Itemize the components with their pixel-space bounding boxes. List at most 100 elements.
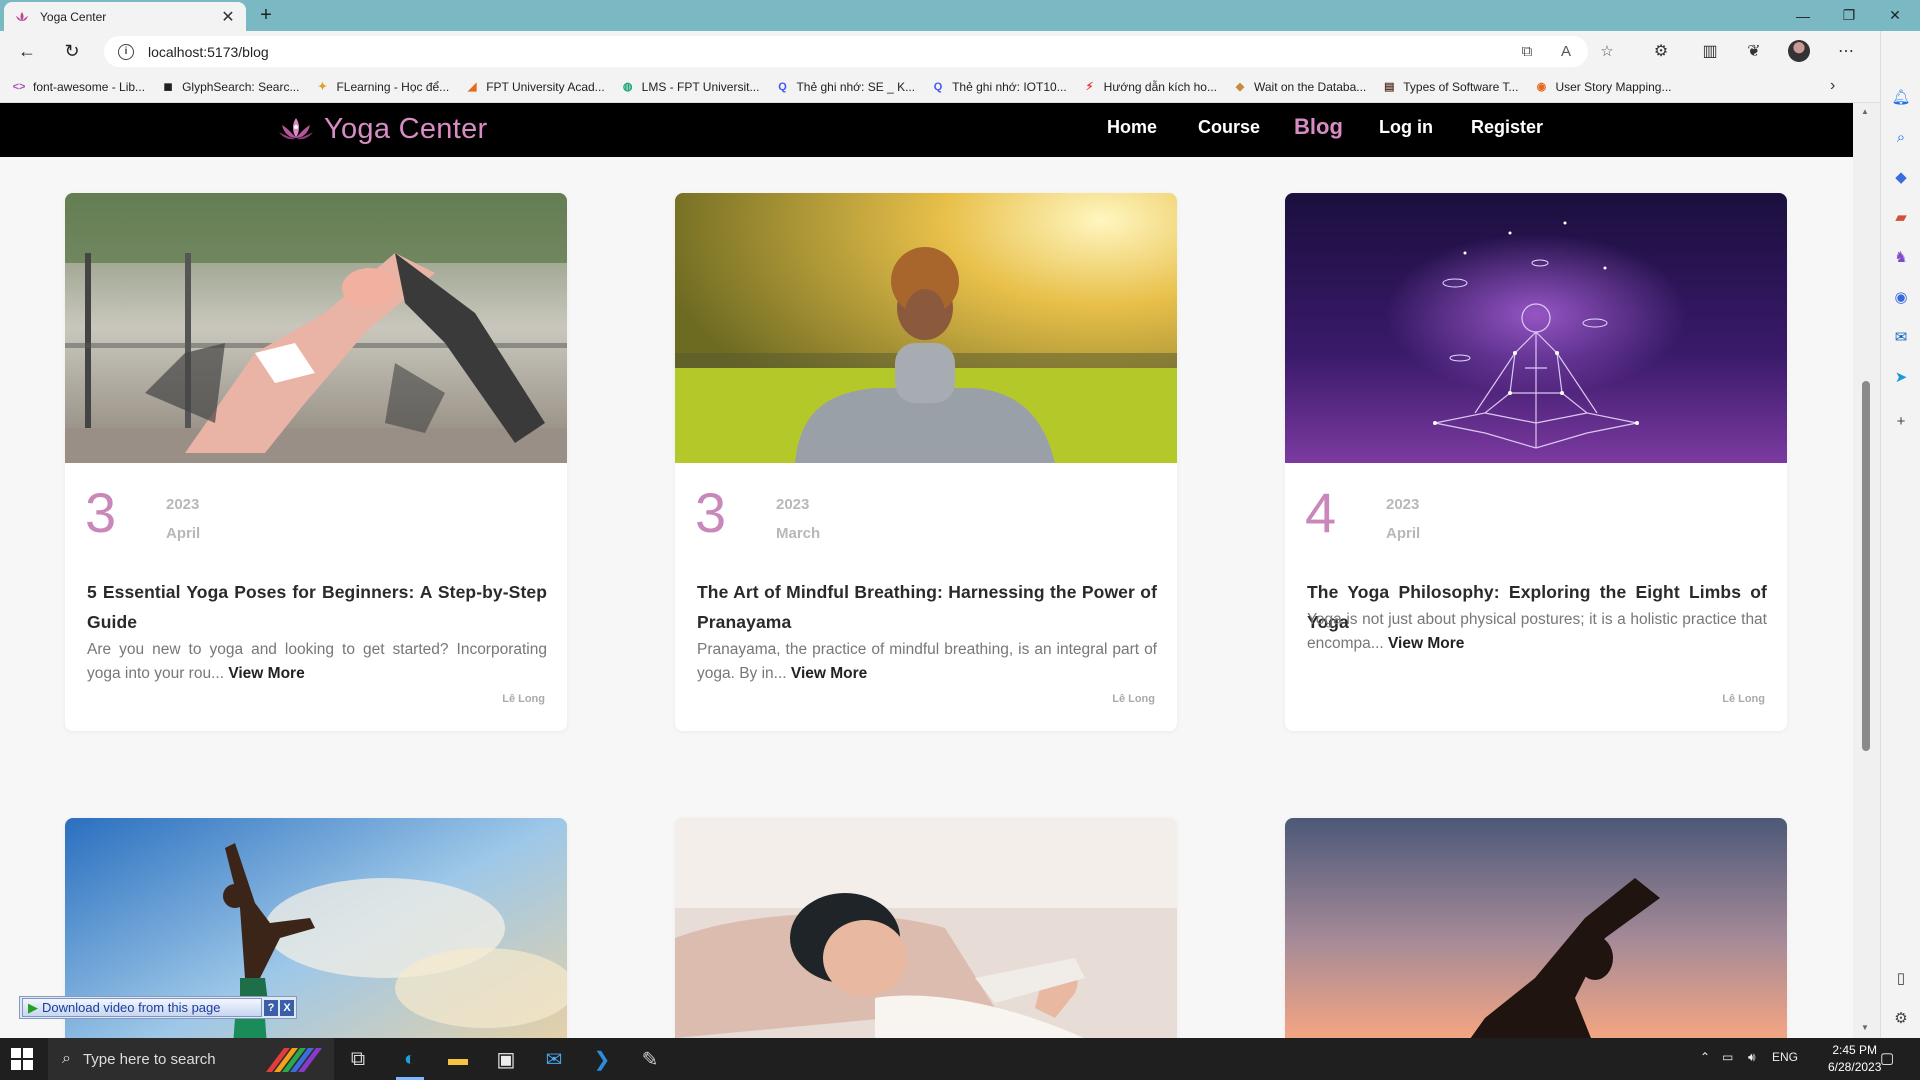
view-more-link[interactable]: View More xyxy=(791,665,867,682)
blog-card[interactable]: 4 2023 April The Yoga Philosophy: Explor… xyxy=(1285,193,1787,731)
post-month: March xyxy=(776,525,821,542)
post-title[interactable]: The Art of Mindful Breathing: Harnessing… xyxy=(697,577,1157,637)
view-more-link[interactable]: View More xyxy=(228,665,304,682)
page-scrollbar[interactable]: ▲ ▼ xyxy=(1853,103,1880,1038)
close-window-button[interactable]: ✕ xyxy=(1872,0,1918,31)
tab-close-icon[interactable]: ✕ xyxy=(220,7,236,27)
windows-taskbar: ⌕ Type here to search ⧉ ◐ ▬ ▣ ✉ ❯ ✎ ⌃ ▭ … xyxy=(0,1038,1920,1080)
blog-card[interactable]: 3 2023 March The Art of Mindful Breathin… xyxy=(675,193,1177,731)
mail-icon[interactable]: ✉ xyxy=(530,1038,578,1080)
bookmark-item[interactable]: ◢ FPT University Acad... xyxy=(465,80,605,94)
view-more-link[interactable]: View More xyxy=(1388,635,1464,652)
scrollbar-thumb[interactable] xyxy=(1862,381,1870,751)
post-image[interactable] xyxy=(65,193,567,463)
minimize-button[interactable]: — xyxy=(1780,0,1826,31)
post-image[interactable] xyxy=(1285,193,1787,463)
hide-sidebar-icon[interactable]: ▯ xyxy=(1889,966,1913,990)
add-sidebar-app-icon[interactable]: + xyxy=(1889,409,1913,433)
split-screen-icon[interactable]: ▥ xyxy=(1696,37,1724,65)
download-video-toolbar: ▶ Download video from this page ? X xyxy=(19,996,297,1019)
bookmark-label: User Story Mapping... xyxy=(1555,79,1672,94)
nav-course[interactable]: Course xyxy=(1198,117,1260,138)
back-button[interactable]: ← xyxy=(13,37,41,65)
bookmark-item[interactable]: ◍ LMS - FPT Universit... xyxy=(621,80,760,94)
nav-login[interactable]: Log in xyxy=(1379,117,1433,138)
bookmark-item[interactable]: ◼ GlyphSearch: Searc... xyxy=(161,80,299,94)
scroll-down-arrow-icon[interactable]: ▼ xyxy=(1861,1023,1869,1032)
post-excerpt: Pranayama, the practice of mindful breat… xyxy=(697,638,1157,686)
bookmarks-more-chevron-icon[interactable]: › xyxy=(1830,77,1835,95)
post-image[interactable] xyxy=(675,818,1177,1038)
drop-send-icon[interactable]: ➤ xyxy=(1889,365,1913,389)
extensions-icon[interactable]: ⚙ xyxy=(1647,37,1675,65)
address-bar[interactable]: i localhost:5173/blog xyxy=(104,36,1588,67)
vscode-icon[interactable]: ❯ xyxy=(578,1038,626,1080)
bookmark-item[interactable]: Q Thẻ ghi nhớ: SE _ K... xyxy=(775,80,915,94)
edge-taskbar-icon[interactable]: ◐ xyxy=(386,1038,434,1080)
taskbar-search[interactable]: ⌕ Type here to search xyxy=(48,1038,334,1080)
bookmark-item[interactable]: ◉ User Story Mapping... xyxy=(1534,79,1672,94)
bookmarks-bar: <> font-awesome - Lib... ◼ GlyphSearch: Sea… xyxy=(0,71,1880,103)
office-icon[interactable]: ◉ xyxy=(1889,285,1913,309)
post-day: 3 xyxy=(85,481,117,544)
nav-blog[interactable]: Blog xyxy=(1294,114,1343,140)
browser-tab[interactable]: Yoga Center ✕ xyxy=(4,2,246,31)
profile-avatar[interactable] xyxy=(1788,40,1810,62)
post-image[interactable] xyxy=(1285,818,1787,1038)
search-icon[interactable]: ⌕ xyxy=(1889,125,1913,149)
download-video-button[interactable]: ▶ Download video from this page xyxy=(22,998,262,1017)
language-indicator[interactable]: ENG xyxy=(1772,1050,1798,1064)
outlook-icon[interactable]: ✉ xyxy=(1889,325,1913,349)
bolt-icon: ⚡︎ xyxy=(1085,81,1094,93)
performance-icon[interactable]: ❦ xyxy=(1740,37,1768,65)
sidebar-settings-gear-icon[interactable]: ⚙ xyxy=(1889,1006,1913,1030)
bookmark-item[interactable]: ◆ Wait on the Databa... xyxy=(1233,80,1367,94)
games-icon[interactable]: ♞ xyxy=(1889,245,1913,269)
shopping-tag-icon[interactable]: ◆ xyxy=(1889,165,1913,189)
notification-bell-icon[interactable]: 🔔︎ xyxy=(1889,85,1913,109)
open-in-app-icon[interactable]: ⧉ xyxy=(1517,42,1537,62)
refresh-button[interactable]: ↻ xyxy=(58,37,86,65)
flearning-icon: ✦ xyxy=(317,81,328,93)
post-day: 4 xyxy=(1305,481,1337,544)
post-excerpt: Are you new to yoga and looking to get s… xyxy=(87,638,547,686)
bookmark-item[interactable]: ▤ Types of Software T... xyxy=(1382,80,1518,94)
nav-register[interactable]: Register xyxy=(1471,117,1543,138)
read-aloud-icon[interactable]: A xyxy=(1556,42,1576,62)
tools-briefcase-icon[interactable]: ▰ xyxy=(1889,205,1913,229)
blog-card[interactable] xyxy=(1285,818,1787,1038)
volume-icon[interactable]: 🔊︎ xyxy=(1748,1050,1756,1065)
bookmark-item[interactable]: ⚡︎ Hướng dẫn kích ho... xyxy=(1083,80,1217,94)
post-month: April xyxy=(1386,525,1421,542)
paint-app-icon[interactable]: ✎ xyxy=(626,1038,674,1080)
new-tab-button[interactable]: + xyxy=(254,4,278,28)
close-overlay-button[interactable]: X xyxy=(280,999,294,1016)
bookmark-label: GlyphSearch: Searc... xyxy=(182,79,300,94)
blog-card[interactable]: 3 2023 April 5 Essential Yoga Poses for … xyxy=(65,193,567,731)
site-info-icon[interactable]: i xyxy=(118,43,134,60)
blog-card[interactable] xyxy=(675,818,1177,1038)
more-menu-icon[interactable]: ⋯ xyxy=(1832,37,1860,65)
system-clock[interactable]: 2:45 PM 6/28/2023 xyxy=(1828,1042,1881,1076)
bookmark-item[interactable]: Q Thẻ ghi nhớ: IOT10... xyxy=(931,80,1067,94)
favorite-star-icon[interactable]: ☆ xyxy=(1597,42,1617,62)
browser-tab-bar: Yoga Center ✕ + — ❐ ✕ xyxy=(0,0,1920,31)
help-button[interactable]: ? xyxy=(264,999,278,1016)
bookmark-label: FLearning - Học để... xyxy=(336,79,450,94)
file-explorer-icon[interactable]: ▬ xyxy=(434,1038,482,1080)
nav-home[interactable]: Home xyxy=(1107,117,1157,138)
windows-start-icon[interactable] xyxy=(11,1048,33,1070)
post-image[interactable] xyxy=(675,193,1177,463)
post-title[interactable]: 5 Essential Yoga Poses for Beginners: A … xyxy=(87,577,547,637)
bookmark-item[interactable]: <> font-awesome - Lib... xyxy=(12,80,146,94)
restore-button[interactable]: ❐ xyxy=(1826,0,1872,31)
scroll-up-arrow-icon[interactable]: ▲ xyxy=(1861,107,1869,116)
task-view-icon[interactable]: ⧉ xyxy=(334,1038,382,1080)
tray-chevron-icon[interactable]: ⌃ xyxy=(1700,1050,1710,1064)
microsoft-store-icon[interactable]: ▣ xyxy=(482,1038,530,1080)
notifications-icon[interactable]: ▢ xyxy=(1880,1049,1894,1067)
bookmark-item[interactable]: ✦ FLearning - Học để... xyxy=(315,80,449,94)
post-year: 2023 xyxy=(166,496,200,513)
search-icon: ⌕ xyxy=(62,1050,71,1067)
network-icon[interactable]: ▭ xyxy=(1722,1050,1733,1064)
